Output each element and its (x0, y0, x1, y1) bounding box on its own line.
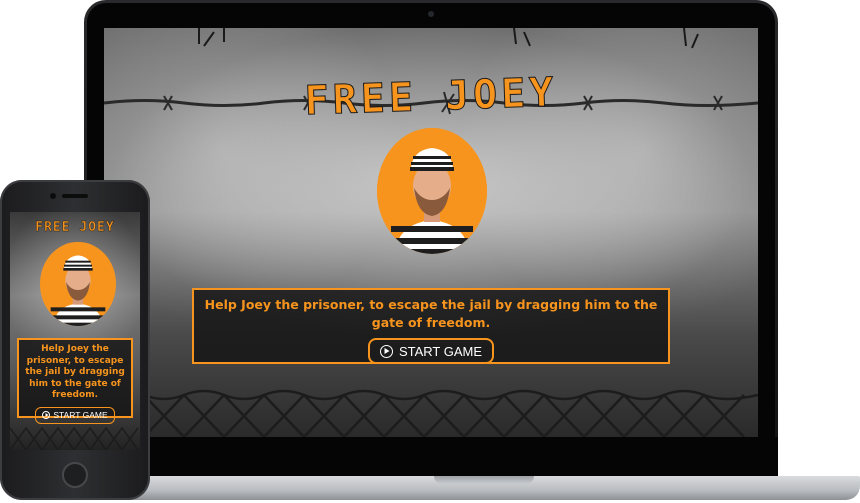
chain-link-fence (104, 357, 758, 437)
phone-camera (50, 193, 56, 199)
phone-game-screen: FREE JOEY Help Joey the prisoner, to esc… (10, 212, 140, 450)
phone-speaker (62, 194, 88, 198)
laptop-camera (428, 11, 434, 17)
chain-link-fence (10, 410, 140, 450)
barbed-wire-top (104, 28, 758, 50)
game-description: Help Joey the prisoner, to escape the ja… (204, 297, 658, 330)
prisoner-joey-icon (40, 242, 116, 326)
phone-home-button[interactable] (62, 462, 88, 488)
game-title: FREE JOEY (35, 220, 115, 235)
laptop-opening-notch (434, 476, 534, 484)
laptop-game-screen: FREE JOEY Help Joey the prisoner, to esc… (104, 28, 758, 437)
play-circle-icon (379, 344, 393, 358)
intro-panel: Help Joey the prisoner, to escape the ja… (192, 288, 670, 364)
game-title: FREE JOEY (303, 69, 559, 125)
laptop-bezel (84, 437, 778, 478)
game-description: Help Joey the prisoner, to escape the ja… (25, 344, 125, 400)
intro-panel: Help Joey the prisoner, to escape the ja… (17, 338, 133, 424)
prisoner-joey-icon (377, 128, 487, 254)
